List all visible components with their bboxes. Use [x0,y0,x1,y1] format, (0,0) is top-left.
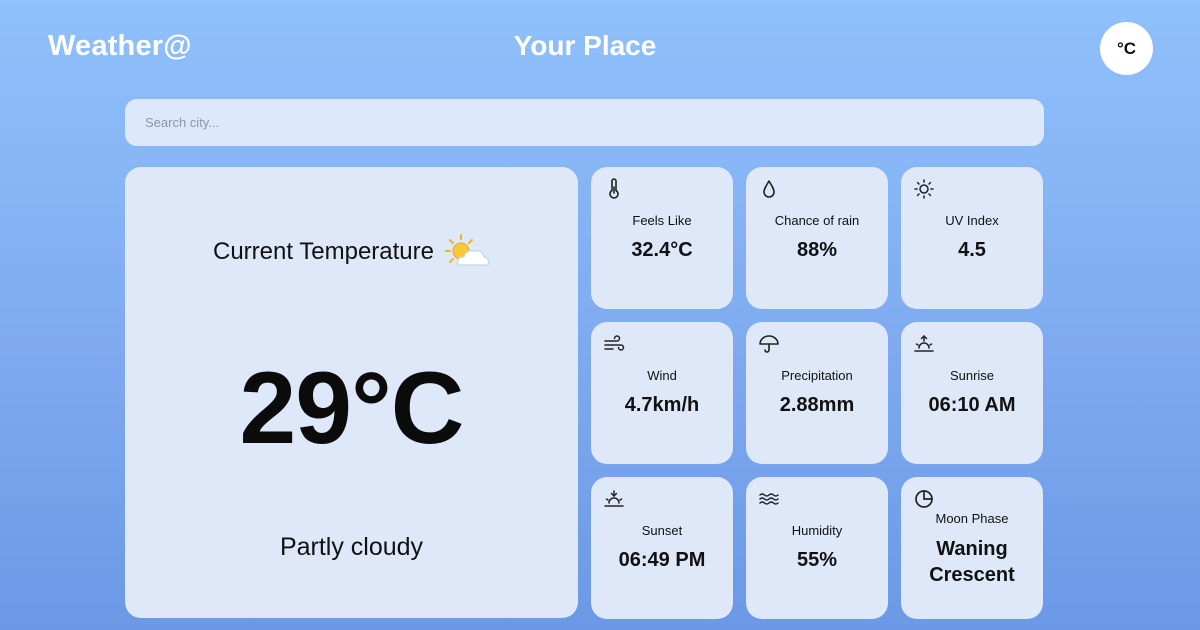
tile-label: Feels Like [632,213,692,228]
tile-value: 4.5 [958,239,986,261]
current-weather-card: Current Temperature 29°C Partly cloudy [125,167,578,618]
precipitation-tile: Precipitation 2.88mm [746,322,888,464]
tile-label: Sunset [641,523,683,538]
tile-label: Moon Phase [935,511,1009,526]
feels-like-tile: Feels Like 32.4°C [591,167,733,309]
tile-label: UV Index [945,213,999,228]
uv-index-tile: UV Index 4.5 [901,167,1043,309]
wind-icon [604,335,625,351]
sunrise-tile: Sunrise 06:10 AM [901,322,1043,464]
search-input[interactable] [125,99,1044,146]
tile-value: 06:49 PM [618,549,706,571]
thermometer-icon [609,178,619,199]
sunset-icon [604,490,624,507]
sunrise-icon [914,334,934,352]
current-temperature-heading: Current Temperature [125,232,578,272]
sun-icon [914,179,934,199]
tile-value: 06:10 AM [928,394,1016,416]
current-temperature-value: 29°C [239,351,465,465]
tile-label: Precipitation [781,368,853,383]
tile-value: 55% [796,549,838,571]
sun-behind-cloud-icon [445,234,490,266]
tile-value: Waning Crescent [929,538,1015,586]
chance-of-rain-tile: Chance of rain 88% [746,167,888,309]
umbrella-icon [759,335,779,353]
weather-condition: Partly cloudy [279,533,424,561]
tile-value: 2.88mm [779,394,855,416]
humidity-tile: Humidity 55% [746,477,888,619]
waves-icon [759,493,779,505]
tile-label: Wind [647,368,677,383]
moon-phase-icon [915,490,933,508]
tile-value: 88% [796,239,838,261]
tile-value: 4.7km/h [624,394,700,416]
wind-tile: Wind 4.7km/h [591,322,733,464]
unit-toggle-button[interactable]: °C [1100,22,1153,75]
sunset-tile: Sunset 06:49 PM [591,477,733,619]
location-title: Your Place [513,30,657,61]
moon-phase-tile: Moon Phase Waning Crescent [901,477,1043,619]
tile-value: 32.4°C [631,239,693,261]
current-temperature-title: Current Temperature [213,238,434,265]
droplet-icon [763,180,775,198]
tile-label: Chance of rain [774,213,860,228]
tile-label: Sunrise [949,368,995,383]
tile-label: Humidity [791,523,843,538]
